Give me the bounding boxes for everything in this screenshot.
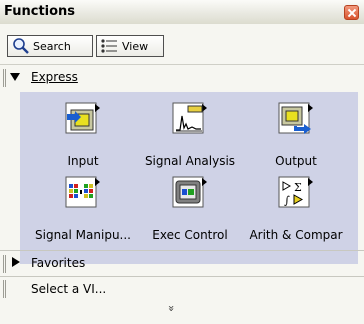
exec-control-icon: [172, 176, 207, 208]
search-button[interactable]: Search: [7, 35, 93, 57]
drag-grip[interactable]: [3, 255, 6, 273]
express-label[interactable]: Express: [31, 70, 78, 84]
close-button[interactable]: [344, 5, 359, 20]
functions-palette-window: Functions Search View Express Input Sign…: [0, 0, 364, 324]
favorites-section-header[interactable]: Favorites: [0, 252, 364, 276]
view-button-label: View: [122, 39, 149, 53]
output-vi-icon: [278, 102, 313, 134]
view-options-icon: [101, 39, 117, 53]
section-divider: [0, 250, 364, 251]
palette-item-label: Arith & Compar: [249, 228, 343, 242]
select-vi-label[interactable]: Select a VI...: [31, 282, 106, 296]
arith-compare-icon: Σ ∫: [278, 176, 313, 208]
svg-text:∫: ∫: [284, 194, 290, 207]
svg-text:Σ: Σ: [294, 181, 302, 194]
window-title: Functions: [4, 4, 76, 19]
palette-item-exec-control[interactable]: Exec Control: [135, 172, 245, 244]
favorites-label[interactable]: Favorites: [31, 256, 85, 270]
select-vi-item[interactable]: Select a VI...: [0, 278, 364, 300]
palette-item-label: Signal Analysis: [144, 154, 236, 168]
search-button-label: Search: [33, 39, 71, 53]
palette-item-label: Signal Manipu...: [35, 228, 131, 242]
palette-item-output[interactable]: Output: [241, 98, 351, 170]
section-divider: [0, 276, 364, 277]
palette-item-signal-manipulation[interactable]: Signal Manipu...: [28, 172, 138, 244]
toolbar-divider: [0, 64, 364, 65]
drag-grip[interactable]: [3, 280, 6, 298]
expanded-arrow-icon[interactable]: [10, 73, 20, 81]
title-bar[interactable]: Functions: [0, 0, 364, 25]
palette-item-label: Exec Control: [152, 228, 228, 242]
toolbar: Search View: [0, 24, 364, 64]
palette-item-label: Output: [275, 154, 317, 168]
palette-item-signal-analysis[interactable]: Signal Analysis: [135, 98, 245, 170]
palette-item-input[interactable]: Input: [28, 98, 138, 170]
collapsed-arrow-icon[interactable]: [12, 257, 20, 267]
view-button[interactable]: View: [96, 35, 164, 57]
expand-more-icon[interactable]: »: [165, 305, 178, 312]
palette-item-arith-compare[interactable]: Σ ∫ Arith & Compar: [241, 172, 351, 244]
palette-item-label: Input: [67, 154, 99, 168]
magnifier-icon: [13, 38, 29, 54]
express-section-header[interactable]: Express: [0, 66, 364, 90]
drag-grip[interactable]: [3, 69, 6, 87]
signal-manipulation-icon: [65, 176, 100, 208]
signal-analysis-icon: [172, 102, 207, 134]
express-palette: Input Signal Analysis Output Signal Mani…: [20, 92, 358, 264]
input-vi-icon: [65, 102, 100, 134]
